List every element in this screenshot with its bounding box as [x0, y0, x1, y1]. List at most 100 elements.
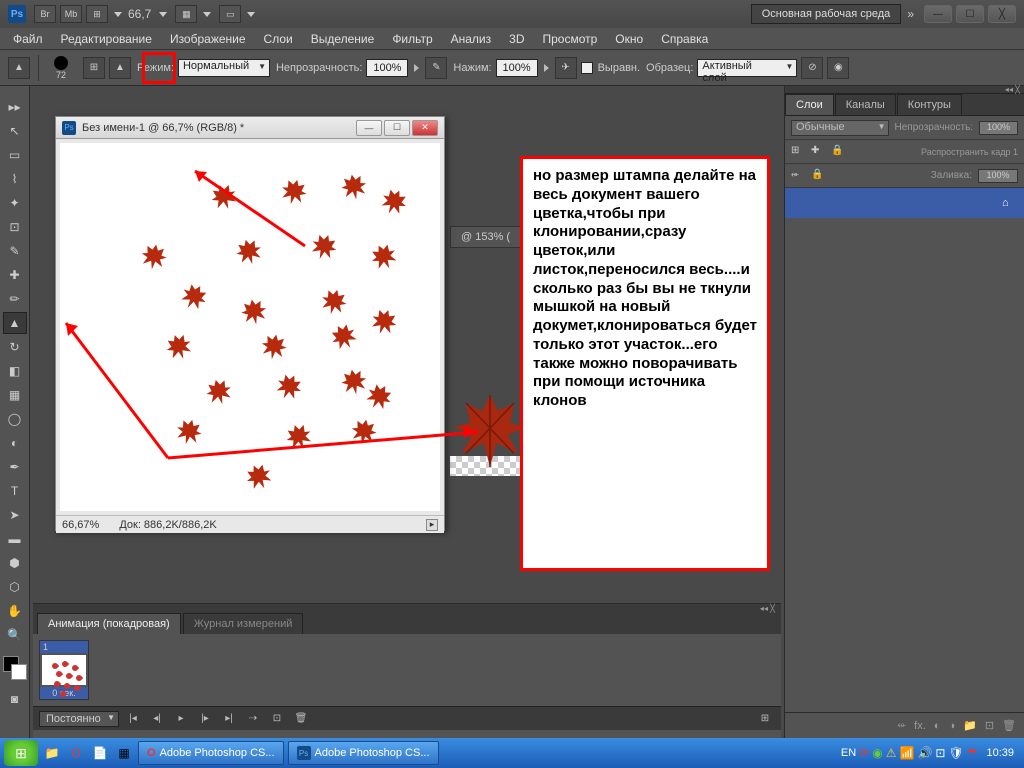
brush-panel-toggle[interactable]: ⊞	[83, 57, 105, 79]
brush-tool[interactable]: ✏	[3, 288, 27, 310]
menu-help[interactable]: Справка	[652, 29, 717, 49]
sample-select[interactable]: Активный слой	[697, 59, 797, 77]
eyedropper-tool[interactable]: ✎	[3, 240, 27, 262]
tab-channels[interactable]: Каналы	[835, 94, 896, 115]
last-frame-button[interactable]: ▸|	[219, 711, 239, 727]
color-swatches[interactable]	[3, 656, 27, 680]
tray-icon[interactable]: 🛡	[948, 746, 963, 760]
blend-mode-select[interactable]: Нормальный	[178, 59, 270, 77]
zoom-tool[interactable]: 🔍	[3, 624, 27, 646]
healing-tool[interactable]: ✚	[3, 264, 27, 286]
document-window[interactable]: Ps Без имени-1 @ 66,7% (RGB/8) * — ☐ ✕ 6…	[55, 116, 445, 531]
dropdown-icon[interactable]	[159, 12, 167, 17]
tab-measurement-log[interactable]: Журнал измерений	[183, 613, 304, 634]
start-button[interactable]: ⊞	[4, 740, 38, 766]
doc-close-button[interactable]: ✕	[412, 120, 438, 136]
adjustment-layer-icon[interactable]: ◑	[948, 720, 955, 732]
taskbar-item[interactable]: PsAdobe Photoshop CS...	[288, 741, 439, 765]
type-tool[interactable]: T	[3, 480, 27, 502]
doc-titlebar[interactable]: Ps Без имени-1 @ 66,7% (RGB/8) * — ☐ ✕	[56, 117, 444, 139]
layer-group-icon[interactable]: 📁	[963, 719, 977, 732]
doc-size-readout[interactable]: Док: 886,2K/886,2K	[119, 519, 216, 531]
play-button[interactable]: ▸	[171, 711, 191, 727]
marquee-tool[interactable]: ▭	[3, 144, 27, 166]
fill-input[interactable]: 100%	[978, 169, 1018, 183]
layer-row-background[interactable]: ⌂	[785, 188, 1024, 218]
menu-filter[interactable]: Фильтр	[383, 29, 441, 49]
path-select-tool[interactable]: ➤	[3, 504, 27, 526]
menu-select[interactable]: Выделение	[302, 29, 384, 49]
screen-mode-button[interactable]: ▭	[219, 5, 241, 23]
layer-blend-select[interactable]: Обычные	[791, 120, 889, 136]
tray-icon[interactable]: ◉	[872, 746, 882, 760]
shape-tool[interactable]: ▬	[3, 528, 27, 550]
loop-select[interactable]: Постоянно	[39, 711, 119, 727]
pressure-opacity-icon[interactable]: ✎	[425, 57, 447, 79]
tool-preset-icon[interactable]: ▲	[8, 57, 30, 79]
history-brush-tool[interactable]: ↻	[3, 336, 27, 358]
link-icon[interactable]: ⬰	[791, 169, 805, 183]
doc-canvas[interactable]	[60, 143, 440, 511]
hand-tool[interactable]: ✋	[3, 600, 27, 622]
move-tool[interactable]: ↖	[3, 120, 27, 142]
wand-tool[interactable]: ✦	[3, 192, 27, 214]
duplicate-frame-button[interactable]: ⊡	[267, 711, 287, 727]
workspace-more-icon[interactable]: »	[907, 7, 914, 21]
minibridge-button[interactable]: Mb	[60, 5, 82, 23]
menu-window[interactable]: Окно	[606, 29, 652, 49]
quicklaunch-icon[interactable]: 📄	[90, 743, 110, 763]
pen-tool[interactable]: ✒	[3, 456, 27, 478]
3d-tool[interactable]: ⬢	[3, 552, 27, 574]
ignore-adjust-icon[interactable]: ⊘	[801, 57, 823, 79]
prev-frame-button[interactable]: ◂|	[147, 711, 167, 727]
lock-icon[interactable]: 🔒	[811, 169, 825, 183]
doc-status-menu-icon[interactable]: ▸	[426, 519, 438, 531]
doc-maximize-button[interactable]: ☐	[384, 120, 410, 136]
lasso-tool[interactable]: ⌇	[3, 168, 27, 190]
aligned-checkbox[interactable]: Выравн.	[581, 62, 640, 74]
menu-analysis[interactable]: Анализ	[442, 29, 501, 49]
pressure-size-icon[interactable]: ◉	[827, 57, 849, 79]
quicklaunch-icon[interactable]: 📁	[42, 743, 62, 763]
menu-edit[interactable]: Редактирование	[52, 29, 161, 49]
minimize-button[interactable]: —	[924, 5, 952, 23]
tween-button[interactable]: ⇢	[243, 711, 263, 727]
link-layers-icon[interactable]: ⬰	[897, 719, 906, 732]
arrange-docs-button[interactable]: ▦	[175, 5, 197, 23]
doc-zoom-readout[interactable]: 66,67%	[62, 519, 99, 531]
menu-3d[interactable]: 3D	[500, 29, 533, 49]
volume-icon[interactable]: 🔊	[917, 746, 932, 760]
collapse-icon[interactable]: ▸▸	[3, 96, 27, 118]
layer-opacity-input[interactable]: 100%	[979, 121, 1018, 135]
crop-tool[interactable]: ⊡	[3, 216, 27, 238]
tab-paths[interactable]: Контуры	[897, 94, 962, 115]
view-extras-button[interactable]: ⊞	[86, 5, 108, 23]
flow-input[interactable]: 100%	[496, 59, 538, 77]
bridge-button[interactable]: Br	[34, 5, 56, 23]
menu-image[interactable]: Изображение	[161, 29, 255, 49]
workspace-selector[interactable]: Основная рабочая среда	[751, 4, 902, 24]
tray-icon[interactable]: ⟳	[859, 746, 869, 760]
menu-view[interactable]: Просмотр	[533, 29, 606, 49]
delete-layer-icon[interactable]: 🗑	[1002, 719, 1016, 732]
lock-position-icon[interactable]: ✚	[811, 145, 825, 159]
clone-stamp-tool[interactable]: ▲	[3, 312, 27, 334]
menu-layer[interactable]: Слои	[255, 29, 302, 49]
maximize-button[interactable]: ☐	[956, 5, 984, 23]
panel-collapse-icon[interactable]: ◂◂ ╳	[785, 86, 1024, 94]
tray-icon[interactable]: 📶	[900, 746, 915, 760]
gradient-tool[interactable]: ▦	[3, 384, 27, 406]
dodge-tool[interactable]: ◐	[3, 432, 27, 454]
propagate-label[interactable]: Распространить кадр 1	[921, 147, 1018, 157]
tray-icon[interactable]: ⚠	[886, 746, 897, 760]
tab-animation[interactable]: Анимация (покадровая)	[37, 613, 181, 634]
dropdown-icon[interactable]	[203, 12, 211, 17]
lock-all-icon[interactable]: 🔒	[831, 145, 845, 159]
timeline-mode-button[interactable]: ⊞	[755, 711, 775, 727]
tray-icon[interactable]: ⊡	[935, 746, 945, 760]
menu-file[interactable]: Файл	[4, 29, 52, 49]
airbrush-icon[interactable]: ✈	[555, 57, 577, 79]
zoom-readout[interactable]: 66,7	[128, 7, 151, 21]
doc-minimize-button[interactable]: —	[356, 120, 382, 136]
language-indicator[interactable]: EN	[841, 747, 856, 759]
